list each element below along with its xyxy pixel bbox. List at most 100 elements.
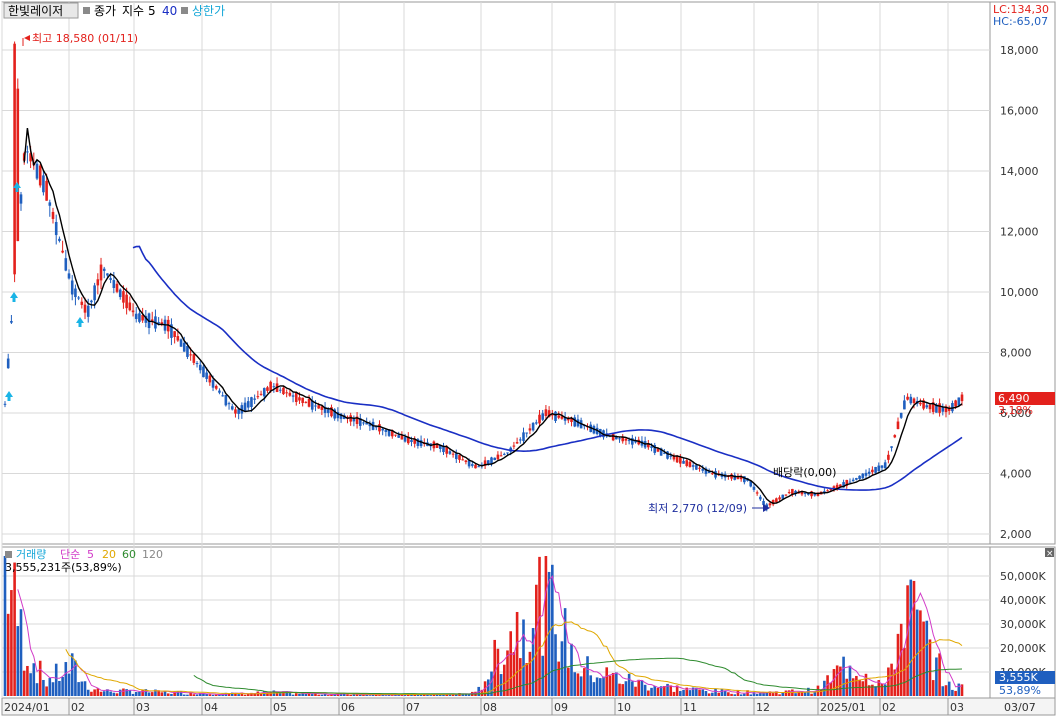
stock-chart[interactable]: 한빛레이저 종가 지수 5 40 상한가 LC:134,30 HC:-65,07…: [0, 0, 1057, 717]
limit-up-arrow-stem: [12, 298, 16, 302]
price-tick-label: 14,000: [1000, 165, 1039, 178]
volume-bar: [384, 695, 388, 696]
current-volume-badge-text: 3,555K: [999, 671, 1038, 684]
candle-body: [208, 375, 212, 383]
volume-bar: [771, 693, 775, 696]
candle-body: [755, 492, 759, 494]
volume-bar: [13, 562, 16, 696]
price-panel[interactable]: [1, 1, 991, 545]
candle-body: [858, 475, 861, 480]
volume-bar: [739, 694, 743, 696]
candle-body: [307, 398, 311, 407]
candle-body: [864, 472, 868, 476]
candle-body: [688, 461, 692, 467]
volume-bar: [99, 691, 103, 696]
volume-bar: [509, 631, 513, 696]
candle-body: [45, 180, 48, 201]
volume-bar: [538, 556, 541, 696]
candle-body: [912, 398, 916, 403]
candle-body: [503, 453, 506, 455]
current-change: 3,18%: [998, 404, 1033, 417]
candle-body: [925, 405, 929, 408]
candle-body: [86, 305, 90, 317]
volume-bar: [755, 694, 759, 696]
stock-name[interactable]: 한빛레이저: [8, 4, 63, 18]
candle-body: [211, 380, 215, 388]
volume-bar: [624, 681, 628, 696]
volume-bar: [643, 684, 647, 696]
candle-body: [458, 455, 461, 460]
volume-bar: [611, 672, 615, 696]
volume-bar: [186, 694, 189, 696]
volume-bar: [48, 678, 52, 696]
candle-body: [903, 400, 906, 410]
price-label: 종가: [94, 4, 116, 18]
candle-body: [461, 459, 464, 461]
price-axis-panel: [989, 1, 1056, 545]
candle-body: [243, 402, 247, 412]
volume-bar: [832, 669, 836, 696]
volume-ma-120: 120: [142, 548, 163, 561]
candle-body: [224, 395, 228, 406]
volume-bar: [855, 675, 858, 696]
volume-bar: [429, 695, 432, 696]
candle-body: [381, 428, 384, 431]
candle-body: [909, 396, 913, 404]
volume-bar: [38, 660, 42, 696]
candle-body: [256, 396, 260, 398]
volume-bar: [874, 686, 877, 696]
candle-body: [887, 454, 890, 460]
candle-body: [752, 486, 756, 490]
x-tick-label: 06: [341, 701, 355, 714]
volume-bar: [496, 648, 500, 696]
volume-bar: [784, 690, 788, 696]
volume-bar: [711, 692, 714, 696]
current-volume-pct: 53,89%: [999, 684, 1041, 697]
volume-bar: [941, 686, 945, 696]
candle-body: [893, 435, 897, 438]
candle-body: [301, 397, 304, 403]
volume-bar: [93, 689, 96, 696]
ma-type-label: 지수: [122, 4, 144, 18]
close-icon[interactable]: ×: [1046, 549, 1054, 559]
volume-bar: [618, 683, 621, 696]
x-tick-label: 07: [406, 701, 420, 714]
candle-body: [691, 465, 695, 467]
candle-body: [378, 424, 381, 432]
volume-bar: [653, 686, 657, 696]
volume-bar: [845, 678, 849, 696]
candle-body: [16, 88, 20, 242]
candle-body: [535, 422, 538, 424]
candle-body: [128, 302, 132, 311]
candle-body: [951, 403, 954, 412]
candle-body: [93, 285, 96, 301]
volume-bar: [803, 692, 807, 696]
candle-body: [506, 452, 509, 454]
x-tick-label: 11: [683, 701, 697, 714]
volume-bar: [810, 693, 813, 696]
candle-body: [627, 440, 631, 442]
candle-body: [77, 297, 80, 299]
limit-up-arrow-stem: [78, 323, 82, 327]
volume-bar: [589, 675, 593, 696]
candle-body: [874, 467, 877, 473]
candle-body: [906, 396, 909, 400]
candle-body: [67, 273, 71, 279]
candle-body: [48, 202, 52, 206]
candle-body: [778, 497, 781, 500]
volume-bar: [346, 694, 349, 696]
candle-body: [314, 405, 317, 407]
candle-body: [618, 438, 621, 440]
volume-bar: [947, 681, 951, 696]
candle-body: [304, 401, 308, 403]
candle-body: [711, 473, 714, 475]
candle-body: [499, 455, 503, 457]
volume-bar: [115, 693, 119, 696]
volume-bar: [90, 691, 93, 696]
candle-body: [221, 395, 224, 397]
volume-bar: [861, 681, 865, 696]
volume-bar: [298, 693, 301, 696]
volume-bar: [64, 662, 68, 696]
volume-bar: [243, 694, 247, 696]
candle-body: [669, 455, 673, 457]
